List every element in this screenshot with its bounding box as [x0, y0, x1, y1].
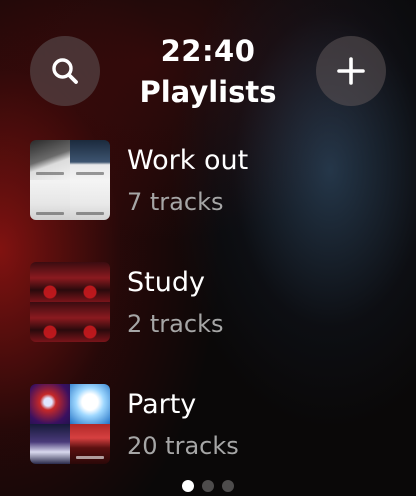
playlist-artwork: [30, 262, 110, 342]
playlist-item-party[interactable]: Party 20 tracks: [30, 384, 400, 464]
playlist-item-study[interactable]: Study 2 tracks: [30, 262, 400, 342]
album-cover-image: [70, 140, 110, 180]
page-dot-2: [202, 480, 214, 492]
plus-icon: [337, 57, 365, 85]
page-indicator[interactable]: [0, 480, 416, 492]
page-dot-3: [222, 480, 234, 492]
search-icon: [52, 58, 78, 84]
playlist-track-count: 20 tracks: [127, 432, 239, 460]
playlist-track-count: 7 tracks: [127, 188, 224, 216]
album-cover-image: [30, 180, 70, 220]
album-cover-image: [70, 262, 110, 302]
page-title: Playlists: [139, 75, 277, 109]
album-cover-image: [70, 384, 110, 424]
playlist-artwork: [30, 384, 110, 464]
album-cover-image: [30, 424, 70, 464]
album-cover-image: [30, 262, 70, 302]
album-cover-image: [70, 424, 110, 464]
search-button[interactable]: [30, 36, 100, 106]
playlist-item-work-out[interactable]: Work out 7 tracks: [30, 140, 400, 220]
playlist-name: Work out: [127, 145, 249, 176]
page-dot-1: [182, 480, 194, 492]
album-cover-image: [30, 384, 70, 424]
clock-time: 22:40: [160, 34, 256, 68]
playlist-name: Party: [127, 389, 197, 420]
playlist-name: Study: [127, 267, 205, 298]
album-cover-image: [70, 180, 110, 220]
playlists-screen: 22:40 Playlists Work out 7 tracks Study …: [0, 0, 416, 496]
playlist-track-count: 2 tracks: [127, 310, 224, 338]
album-cover-image: [30, 302, 70, 342]
add-playlist-button[interactable]: [316, 36, 386, 106]
album-cover-image: [30, 140, 70, 180]
playlist-artwork: [30, 140, 110, 220]
album-cover-image: [70, 302, 110, 342]
